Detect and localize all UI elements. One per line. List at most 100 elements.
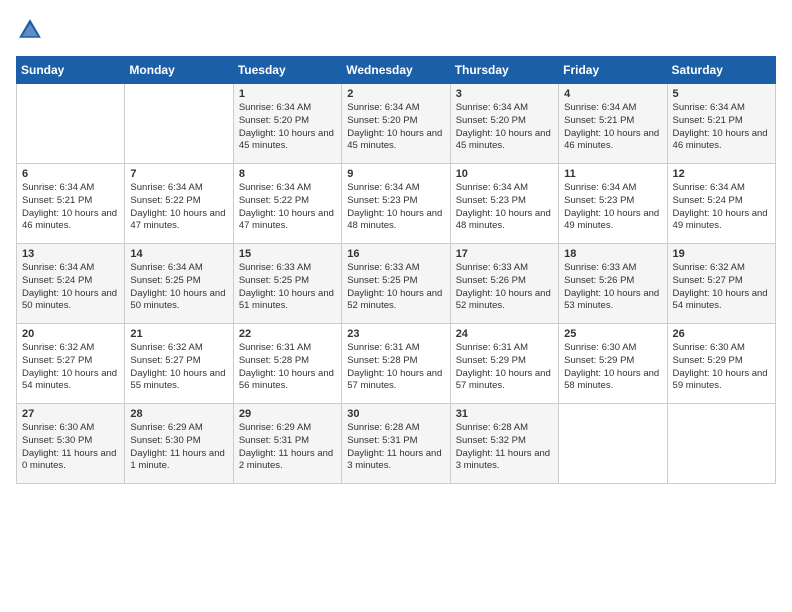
calendar-cell: 4 Sunrise: 6:34 AM Sunset: 5:21 PM Daylig… — [559, 84, 667, 164]
day-detail: Sunrise: 6:30 AM Sunset: 5:29 PM Dayligh… — [564, 342, 661, 393]
calendar-cell: 10 Sunrise: 6:34 AM Sunset: 5:23 PM Dayli… — [450, 164, 558, 244]
day-number: 5 — [673, 88, 770, 100]
calendar-cell — [17, 84, 125, 164]
calendar-cell: 12 Sunrise: 6:34 AM Sunset: 5:24 PM Dayli… — [667, 164, 775, 244]
day-detail: Sunrise: 6:32 AM Sunset: 5:27 PM Dayligh… — [130, 342, 227, 393]
day-number: 8 — [239, 168, 336, 180]
day-detail: Sunrise: 6:33 AM Sunset: 5:26 PM Dayligh… — [564, 262, 661, 313]
day-detail: Sunrise: 6:30 AM Sunset: 5:29 PM Dayligh… — [673, 342, 770, 393]
calendar-cell: 3 Sunrise: 6:34 AM Sunset: 5:20 PM Daylig… — [450, 84, 558, 164]
calendar-week-row: 6 Sunrise: 6:34 AM Sunset: 5:21 PM Daylig… — [17, 164, 776, 244]
day-number: 12 — [673, 168, 770, 180]
calendar-cell: 2 Sunrise: 6:34 AM Sunset: 5:20 PM Daylig… — [342, 84, 450, 164]
calendar-cell: 14 Sunrise: 6:34 AM Sunset: 5:25 PM Dayli… — [125, 244, 233, 324]
calendar-cell: 28 Sunrise: 6:29 AM Sunset: 5:30 PM Dayli… — [125, 404, 233, 484]
day-detail: Sunrise: 6:28 AM Sunset: 5:31 PM Dayligh… — [347, 422, 444, 473]
day-detail: Sunrise: 6:31 AM Sunset: 5:28 PM Dayligh… — [347, 342, 444, 393]
weekday-header-wednesday: Wednesday — [342, 57, 450, 84]
day-detail: Sunrise: 6:34 AM Sunset: 5:20 PM Dayligh… — [239, 102, 336, 153]
calendar-cell: 31Sunrise: 6:28 AM Sunset: 5:32 PM Dayli… — [450, 404, 558, 484]
day-number: 11 — [564, 168, 661, 180]
calendar-week-row: 13 Sunrise: 6:34 AM Sunset: 5:24 PM Dayli… — [17, 244, 776, 324]
calendar-table: SundayMondayTuesdayWednesdayThursdayFrid… — [16, 56, 776, 484]
day-detail: Sunrise: 6:29 AM Sunset: 5:30 PM Dayligh… — [130, 422, 227, 473]
day-number: 22 — [239, 328, 336, 340]
day-detail: Sunrise: 6:34 AM Sunset: 5:24 PM Dayligh… — [22, 262, 119, 313]
day-detail: Sunrise: 6:32 AM Sunset: 5:27 PM Dayligh… — [22, 342, 119, 393]
calendar-cell: 6 Sunrise: 6:34 AM Sunset: 5:21 PM Daylig… — [17, 164, 125, 244]
day-detail: Sunrise: 6:34 AM Sunset: 5:20 PM Dayligh… — [456, 102, 553, 153]
calendar-cell: 16Sunrise: 6:33 AM Sunset: 5:25 PM Dayli… — [342, 244, 450, 324]
day-number: 1 — [239, 88, 336, 100]
day-number: 21 — [130, 328, 227, 340]
day-number: 26 — [673, 328, 770, 340]
calendar-week-row: 27 Sunrise: 6:30 AM Sunset: 5:30 PM Dayli… — [17, 404, 776, 484]
day-detail: Sunrise: 6:30 AM Sunset: 5:30 PM Dayligh… — [22, 422, 119, 473]
calendar-cell: 24Sunrise: 6:31 AM Sunset: 5:29 PM Dayli… — [450, 324, 558, 404]
calendar-cell: 19Sunrise: 6:32 AM Sunset: 5:27 PM Dayli… — [667, 244, 775, 324]
day-number: 2 — [347, 88, 444, 100]
calendar-cell: 8 Sunrise: 6:34 AM Sunset: 5:22 PM Daylig… — [233, 164, 341, 244]
day-number: 15 — [239, 248, 336, 260]
logo — [16, 16, 48, 44]
day-detail: Sunrise: 6:34 AM Sunset: 5:21 PM Dayligh… — [564, 102, 661, 153]
calendar-cell — [667, 404, 775, 484]
calendar-cell — [125, 84, 233, 164]
day-number: 27 — [22, 408, 119, 420]
day-number: 17 — [456, 248, 553, 260]
day-number: 4 — [564, 88, 661, 100]
day-detail: Sunrise: 6:31 AM Sunset: 5:28 PM Dayligh… — [239, 342, 336, 393]
calendar-cell: 20 Sunrise: 6:32 AM Sunset: 5:27 PM Dayli… — [17, 324, 125, 404]
calendar-cell: 29 Sunrise: 6:29 AM Sunset: 5:31 PM Dayli… — [233, 404, 341, 484]
day-number: 31 — [456, 408, 553, 420]
day-number: 16 — [347, 248, 444, 260]
day-detail: Sunrise: 6:34 AM Sunset: 5:22 PM Dayligh… — [130, 182, 227, 233]
day-detail: Sunrise: 6:34 AM Sunset: 5:24 PM Dayligh… — [673, 182, 770, 233]
calendar-cell: 15Sunrise: 6:33 AM Sunset: 5:25 PM Dayli… — [233, 244, 341, 324]
logo-icon — [16, 16, 44, 44]
weekday-header-tuesday: Tuesday — [233, 57, 341, 84]
day-number: 20 — [22, 328, 119, 340]
day-number: 29 — [239, 408, 336, 420]
day-detail: Sunrise: 6:34 AM Sunset: 5:21 PM Dayligh… — [22, 182, 119, 233]
calendar-cell: 13 Sunrise: 6:34 AM Sunset: 5:24 PM Dayli… — [17, 244, 125, 324]
day-detail: Sunrise: 6:34 AM Sunset: 5:22 PM Dayligh… — [239, 182, 336, 233]
weekday-header-monday: Monday — [125, 57, 233, 84]
calendar-cell: 9 Sunrise: 6:34 AM Sunset: 5:23 PM Daylig… — [342, 164, 450, 244]
calendar-week-row: 20 Sunrise: 6:32 AM Sunset: 5:27 PM Dayli… — [17, 324, 776, 404]
day-number: 13 — [22, 248, 119, 260]
calendar-cell: 5 Sunrise: 6:34 AM Sunset: 5:21 PM Daylig… — [667, 84, 775, 164]
day-number: 10 — [456, 168, 553, 180]
calendar-cell: 27 Sunrise: 6:30 AM Sunset: 5:30 PM Dayli… — [17, 404, 125, 484]
calendar-cell: 17Sunrise: 6:33 AM Sunset: 5:26 PM Dayli… — [450, 244, 558, 324]
weekday-header-saturday: Saturday — [667, 57, 775, 84]
day-detail: Sunrise: 6:34 AM Sunset: 5:23 PM Dayligh… — [347, 182, 444, 233]
calendar-cell: 22 Sunrise: 6:31 AM Sunset: 5:28 PM Dayli… — [233, 324, 341, 404]
calendar-cell: 7Sunrise: 6:34 AM Sunset: 5:22 PM Daylig… — [125, 164, 233, 244]
day-number: 18 — [564, 248, 661, 260]
day-number: 14 — [130, 248, 227, 260]
weekday-header-row: SundayMondayTuesdayWednesdayThursdayFrid… — [17, 57, 776, 84]
day-detail: Sunrise: 6:34 AM Sunset: 5:20 PM Dayligh… — [347, 102, 444, 153]
day-number: 25 — [564, 328, 661, 340]
day-detail: Sunrise: 6:32 AM Sunset: 5:27 PM Dayligh… — [673, 262, 770, 313]
calendar-week-row: 1 Sunrise: 6:34 AM Sunset: 5:20 PM Daylig… — [17, 84, 776, 164]
calendar-cell: 30Sunrise: 6:28 AM Sunset: 5:31 PM Dayli… — [342, 404, 450, 484]
day-number: 6 — [22, 168, 119, 180]
day-number: 3 — [456, 88, 553, 100]
day-detail: Sunrise: 6:34 AM Sunset: 5:25 PM Dayligh… — [130, 262, 227, 313]
day-number: 28 — [130, 408, 227, 420]
day-number: 23 — [347, 328, 444, 340]
day-number: 9 — [347, 168, 444, 180]
page-header — [16, 16, 776, 44]
weekday-header-sunday: Sunday — [17, 57, 125, 84]
calendar-cell: 26 Sunrise: 6:30 AM Sunset: 5:29 PM Dayli… — [667, 324, 775, 404]
calendar-cell: 23 Sunrise: 6:31 AM Sunset: 5:28 PM Dayli… — [342, 324, 450, 404]
calendar-cell: 18 Sunrise: 6:33 AM Sunset: 5:26 PM Dayli… — [559, 244, 667, 324]
calendar-cell: 11Sunrise: 6:34 AM Sunset: 5:23 PM Dayli… — [559, 164, 667, 244]
day-detail: Sunrise: 6:34 AM Sunset: 5:21 PM Dayligh… — [673, 102, 770, 153]
calendar-cell: 25 Sunrise: 6:30 AM Sunset: 5:29 PM Dayli… — [559, 324, 667, 404]
calendar-cell — [559, 404, 667, 484]
day-detail: Sunrise: 6:34 AM Sunset: 5:23 PM Dayligh… — [456, 182, 553, 233]
day-detail: Sunrise: 6:29 AM Sunset: 5:31 PM Dayligh… — [239, 422, 336, 473]
